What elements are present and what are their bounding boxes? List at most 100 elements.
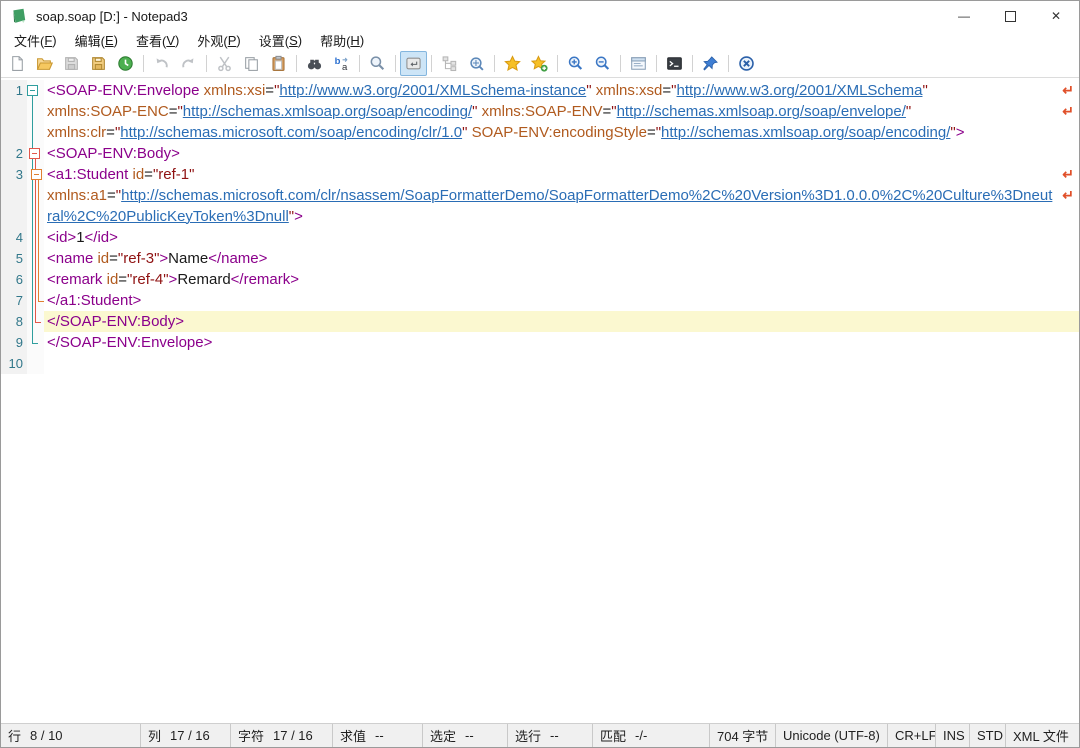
minimize-button[interactable]: — [941,1,987,31]
settings-file-button[interactable] [625,51,652,76]
toolbar-separator [395,55,396,72]
code-text: <name id="ref-3">Name</name> [44,248,1079,269]
exit-button[interactable] [733,51,760,76]
notepad3-window: soap.soap [D:] - Notepad3 — ✕ 文件(F)编辑(E)… [0,0,1080,748]
find-button[interactable] [301,51,328,76]
svg-text:a: a [342,62,348,72]
open-file-button[interactable] [31,51,58,76]
fold-toggle[interactable] [29,148,40,159]
line-number: 4 [1,227,27,248]
execute-console-button[interactable] [661,51,688,76]
line-number [1,206,27,227]
code-row: 10 [1,353,1079,374]
code-row: ral%2C%20PublicKeyToken%3Dnull"> [1,206,1079,227]
paste-button[interactable] [265,51,292,76]
status-chars[interactable]: 字符17 / 16 [231,724,333,747]
zoom-out-icon [594,55,611,72]
code-text: <SOAP-ENV:Envelope xmlns:xsi="http://www… [44,80,1079,101]
settings-file-icon [630,55,647,72]
fold-toggle[interactable] [27,85,38,96]
save-icon [63,55,80,72]
menu-item-h[interactable]: 帮助(H) [311,31,373,50]
save-button [58,51,85,76]
cut-button [211,51,238,76]
maximize-icon [1005,11,1016,22]
word-wrap-button[interactable] [400,51,427,76]
editor-area[interactable]: 1<SOAP-ENV:Envelope xmlns:xsi="http://ww… [1,78,1079,723]
title-bar: soap.soap [D:] - Notepad3 — ✕ [1,1,1079,31]
doc-tree-icon [441,55,458,72]
line-number: 10 [1,353,27,374]
execute-console-icon [666,55,683,72]
status-sel-lines[interactable]: 选行-- [508,724,593,747]
fold-margin [27,206,44,227]
menu-item-p[interactable]: 外观(P) [188,31,249,50]
favorites-button[interactable] [499,51,526,76]
status-eval[interactable]: 求值-- [333,724,423,747]
status-column[interactable]: 列17 / 16 [141,724,231,747]
status-matches[interactable]: 匹配-/- [593,724,710,747]
code-row: xmlns:a1="http://schemas.microsoft.com/c… [1,185,1079,206]
pin-button[interactable] [697,51,724,76]
save-as-button[interactable] [85,51,112,76]
new-file-icon [9,55,26,72]
find-icon [306,55,323,72]
zoom-view-icon [369,55,386,72]
recent-files-icon [117,55,134,72]
wrap-marker-icon: ↵ [1062,101,1074,122]
code-text: ral%2C%20PublicKeyToken%3Dnull"> [44,206,1079,227]
code-row: 2<SOAP-ENV:Body> [1,143,1079,164]
status-encoding[interactable]: Unicode (UTF-8) [776,724,888,747]
wrap-marker-icon: ↵ [1062,164,1074,185]
maximize-button[interactable] [987,1,1033,31]
status-bar: 行8 / 10列17 / 16字符17 / 16求值--选定--选行--匹配-/… [1,723,1079,747]
status-selection[interactable]: 选定-- [423,724,508,747]
toolbar-separator [359,55,360,72]
code-row: 6<remark id="ref-4">Remard</remark> [1,269,1079,290]
status-mode-std[interactable]: STD [970,724,1006,747]
zoom-out-button[interactable] [589,51,616,76]
zoom-view-button[interactable] [364,51,391,76]
recent-files-button[interactable] [112,51,139,76]
fold-margin [27,290,44,311]
toolbar-separator [656,55,657,72]
pin-icon [702,55,719,72]
code-text: xmlns:a1="http://schemas.microsoft.com/c… [44,185,1079,206]
status-line[interactable]: 行8 / 10 [1,724,141,747]
line-number [1,122,27,143]
replace-icon: ba [333,55,350,72]
fold-margin [27,269,44,290]
code-row: 8 </SOAP-ENV:Body> [1,311,1079,332]
zoom-in-button[interactable] [562,51,589,76]
fold-toggle[interactable] [31,169,42,180]
menu-item-e[interactable]: 编辑(E) [66,31,127,50]
new-file-button[interactable] [4,51,31,76]
line-number: 8 [1,311,27,332]
exit-icon [738,55,755,72]
close-button[interactable]: ✕ [1033,1,1079,31]
menu-item-f[interactable]: 文件(F) [5,31,66,50]
code-row: 5<name id="ref-3">Name</name> [1,248,1079,269]
toolbar-separator [143,55,144,72]
status-file-type[interactable]: XML 文件 [1006,724,1079,747]
favorites-icon [504,55,521,72]
code-row: 4<id>1</id> [1,227,1079,248]
toolbar-separator [206,55,207,72]
redo-button [175,51,202,76]
code-text: </SOAP-ENV:Body> [44,311,1079,332]
menu-item-v[interactable]: 查看(V) [127,31,188,50]
copy-button[interactable] [238,51,265,76]
status-file-size[interactable]: 704 字节 [710,724,776,747]
status-eol[interactable]: CR+LF [888,724,936,747]
line-number [1,185,27,206]
replace-button[interactable]: ba [328,51,355,76]
code-text: </SOAP-ENV:Envelope> [44,332,1079,353]
menu-item-s[interactable]: 设置(S) [250,31,311,50]
code-text: <a1:Student id="ref-1"↵ [44,164,1079,185]
fold-margin [27,248,44,269]
fold-margin [27,311,44,332]
code-text: <remark id="ref-4">Remard</remark> [44,269,1079,290]
status-insert-mode[interactable]: INS [936,724,970,747]
add-favorite-button[interactable] [526,51,553,76]
zoom-reset-button[interactable] [463,51,490,76]
